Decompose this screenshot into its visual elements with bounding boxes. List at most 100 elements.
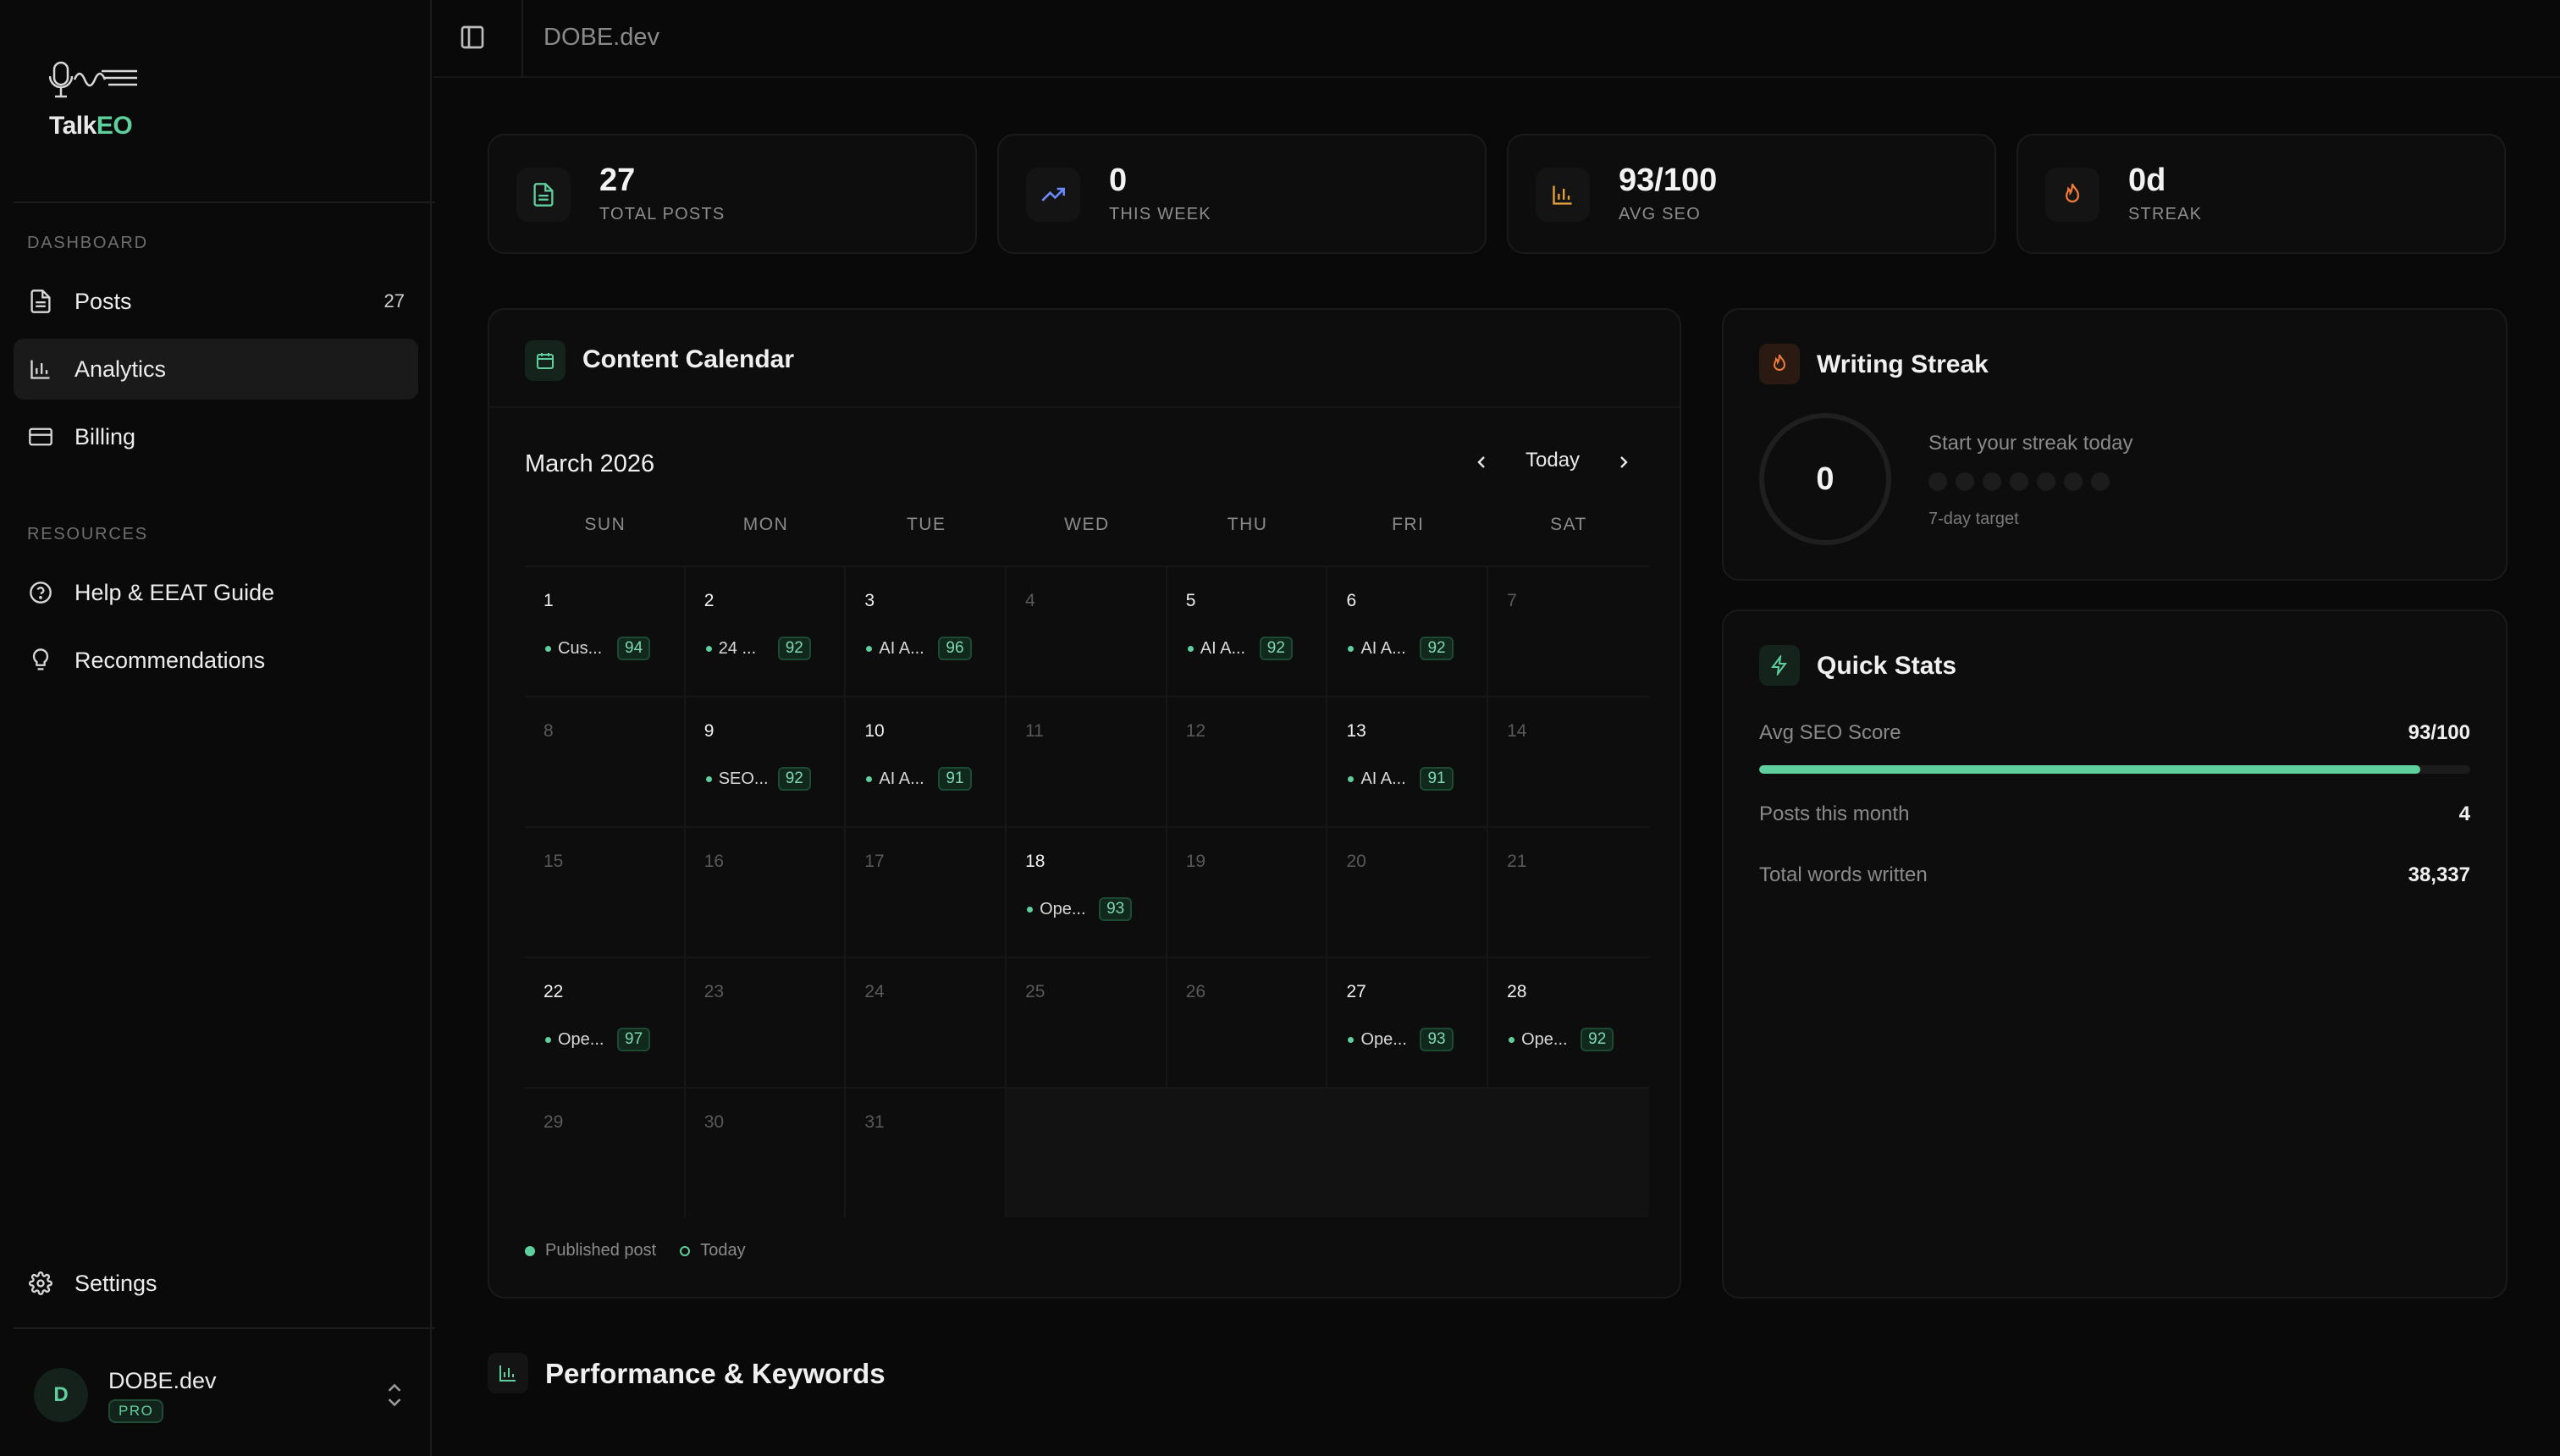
day-number: 2 <box>703 591 714 610</box>
streak-message: Start your streak today <box>1928 432 2133 455</box>
calendar-day-cell[interactable]: 10 AI A... 91 <box>846 696 1007 826</box>
calendar-day-cell[interactable]: 7 <box>1488 565 1649 696</box>
calendar-post-chip[interactable]: AI A... 92 <box>1187 637 1293 660</box>
post-title: Cus... <box>558 638 603 658</box>
weekday-label: THU <box>1227 515 1268 534</box>
sidebar-item-help[interactable]: Help & EEAT Guide <box>14 562 418 623</box>
calendar-empty-cell <box>1327 1087 1489 1217</box>
stat-card-avg-seo: 93/100 AVG SEO <box>1507 134 1996 254</box>
calendar-week-row: 22 Ope... 97 23 24 25 26 27 Ope... 93 28 Ope... 92 <box>525 957 1649 1087</box>
calendar-day-cell[interactable]: 6 AI A... 92 <box>1327 565 1489 696</box>
calendar-today-button[interactable]: Today <box>1526 449 1580 472</box>
calendar-day-cell[interactable]: 4 <box>1007 565 1167 696</box>
seo-score-badge: 92 <box>777 767 811 791</box>
calendar-day-cell[interactable]: 18 Ope... 93 <box>1007 826 1167 957</box>
outline-dot-icon <box>680 1245 691 1256</box>
calendar-day-cell[interactable]: 17 <box>846 826 1007 957</box>
calendar-day-cell[interactable]: 3 AI A... 96 <box>846 565 1007 696</box>
sidebar-item-analytics[interactable]: Analytics <box>14 339 418 400</box>
calendar-day-cell[interactable]: 20 <box>1327 826 1489 957</box>
calendar-day-cell[interactable]: 23 <box>685 957 847 1087</box>
bar-chart-icon <box>27 356 54 383</box>
calendar-post-chip[interactable]: Ope... 93 <box>1348 1028 1454 1051</box>
seo-score-badge: 92 <box>1259 637 1293 660</box>
qs-label: Avg SEO Score <box>1759 721 1901 744</box>
writing-streak-title: Writing Streak <box>1817 350 1989 378</box>
calendar-next-button[interactable] <box>1614 452 1634 472</box>
calendar-day-cell[interactable]: 19 <box>1167 826 1328 957</box>
sidebar-item-posts[interactable]: Posts 27 <box>14 271 418 332</box>
calendar-post-chip[interactable]: SEO... 92 <box>705 767 811 791</box>
day-number: 18 <box>1025 852 1046 871</box>
posts-month-row: Posts this month 4 <box>1759 802 2470 826</box>
qs-value: 38,337 <box>2408 863 2470 886</box>
calendar-post-chip[interactable]: AI A... 91 <box>1348 767 1454 791</box>
stat-card-streak: 0d STREAK <box>2017 134 2506 254</box>
sidebar: TalkEO DASHBOARD Posts 27 Analytics Bill… <box>0 0 435 1456</box>
user-menu[interactable]: D DOBE.dev PRO <box>34 1365 406 1426</box>
calendar-post-chip[interactable]: AI A... 92 <box>1348 637 1454 660</box>
calendar-prev-button[interactable] <box>1471 452 1492 472</box>
legend-label: Published post <box>545 1241 657 1260</box>
topbar-separator <box>521 0 523 78</box>
calendar-day-cell[interactable]: 12 <box>1167 696 1328 826</box>
calendar-day-cell[interactable]: 2 24 ... 92 <box>685 565 847 696</box>
day-number: 10 <box>864 721 885 741</box>
calendar-day-cell[interactable]: 28 Ope... 92 <box>1488 957 1649 1087</box>
calendar-post-chip[interactable]: Ope... 93 <box>1027 897 1133 921</box>
stat-value: 93/100 <box>1619 163 1718 198</box>
calendar-day-cell[interactable]: 27 Ope... 93 <box>1327 957 1489 1087</box>
post-title: AI A... <box>1360 769 1406 788</box>
calendar-week-row: 1 Cus... 94 2 24 ... 92 3 AI A... 96 4 5 AI A... 92 6… <box>525 565 1649 696</box>
day-number: 23 <box>703 982 725 1001</box>
published-dot-icon <box>866 645 873 652</box>
calendar-post-chip[interactable]: Cus... 94 <box>545 637 651 660</box>
day-number: 17 <box>864 852 885 871</box>
calendar-day-cell[interactable]: 26 <box>1167 957 1328 1087</box>
calendar-day-cell[interactable]: 31 <box>846 1087 1007 1217</box>
calendar-day-cell[interactable]: 14 <box>1488 696 1649 826</box>
sidebar-divider <box>14 1327 435 1329</box>
day-number: 21 <box>1507 852 1527 871</box>
calendar-day-cell[interactable]: 21 <box>1488 826 1649 957</box>
calendar-day-cell[interactable]: 1 Cus... 94 <box>525 565 686 696</box>
seo-score-badge: 96 <box>938 637 972 660</box>
quick-stats-card: Quick Stats Avg SEO Score 93/100 Posts t… <box>1722 609 2508 1299</box>
calendar-day-cell[interactable]: 8 <box>525 696 686 826</box>
sidebar-item-billing[interactable]: Billing <box>14 406 418 467</box>
calendar-day-cell[interactable]: 30 <box>685 1087 847 1217</box>
streak-day-dot <box>2091 472 2110 491</box>
calendar-day-cell[interactable]: 9 SEO... 92 <box>685 696 847 826</box>
post-title: Ope... <box>1521 1029 1568 1049</box>
sidebar-toggle-button[interactable] <box>459 24 489 54</box>
day-number: 11 <box>1025 721 1044 741</box>
calendar-day-cell[interactable]: 16 <box>685 826 847 957</box>
calendar-grid: SUN MON TUE WED THU FRI SAT 1 Cus... 94 2 24… <box>525 506 1649 1217</box>
calendar-day-cell[interactable]: 13 AI A... 91 <box>1327 696 1489 826</box>
sidebar-item-recommendations[interactable]: Recommendations <box>14 630 418 691</box>
calendar-post-chip[interactable]: AI A... 91 <box>866 767 972 791</box>
calendar-day-cell[interactable]: 11 <box>1007 696 1167 826</box>
stat-label: AVG SEO <box>1619 205 1701 223</box>
calendar-day-cell[interactable]: 25 <box>1007 957 1167 1087</box>
card-divider <box>489 406 1680 408</box>
calendar-day-cell[interactable]: 22 Ope... 97 <box>525 957 686 1087</box>
sidebar-item-label: Settings <box>74 1270 157 1296</box>
brand-logo[interactable]: TalkEO <box>49 59 142 141</box>
calendar-day-cell[interactable]: 29 <box>525 1087 686 1217</box>
weekday-label: SAT <box>1550 515 1587 534</box>
posts-count-badge: 27 <box>383 290 405 312</box>
streak-day-dot <box>2010 472 2028 491</box>
day-number: 31 <box>864 1112 885 1132</box>
calendar-post-chip[interactable]: Ope... 97 <box>545 1028 651 1051</box>
sidebar-item-settings[interactable]: Settings <box>14 1253 418 1314</box>
calendar-legend: Published post Today <box>525 1241 770 1260</box>
seo-score-badge: 93 <box>1420 1028 1454 1051</box>
calendar-post-chip[interactable]: AI A... 96 <box>866 637 972 660</box>
calendar-post-chip[interactable]: 24 ... 92 <box>705 637 811 660</box>
day-number: 15 <box>543 852 564 871</box>
calendar-post-chip[interactable]: Ope... 92 <box>1509 1028 1614 1051</box>
calendar-day-cell[interactable]: 24 <box>846 957 1007 1087</box>
calendar-day-cell[interactable]: 5 AI A... 92 <box>1167 565 1328 696</box>
calendar-day-cell[interactable]: 15 <box>525 826 686 957</box>
